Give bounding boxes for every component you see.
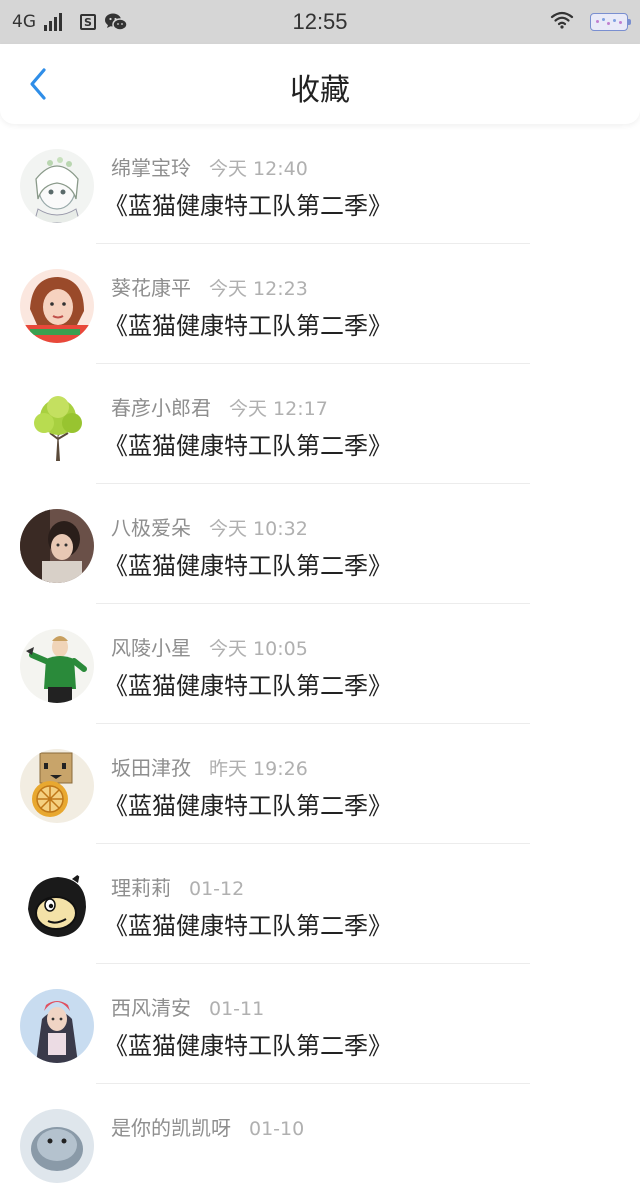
list-item[interactable]: 西风清安 01-11 《蓝猫健康特工队第二季》 bbox=[0, 964, 640, 1084]
list-item[interactable]: 是你的凯凯呀 01-10 bbox=[0, 1084, 640, 1204]
item-title: 《蓝猫健康特工队第二季》 bbox=[104, 192, 392, 220]
avatar bbox=[20, 1109, 94, 1183]
item-author: 坂田津孜 bbox=[111, 756, 191, 780]
item-author: 风陵小星 bbox=[111, 636, 191, 660]
item-title: 《蓝猫健康特工队第二季》 bbox=[104, 1032, 392, 1060]
avatar bbox=[20, 629, 94, 703]
battery-icon bbox=[590, 13, 631, 31]
item-title: 《蓝猫健康特工队第二季》 bbox=[104, 552, 392, 580]
avatar bbox=[20, 869, 94, 943]
item-author: 八极爱朵 bbox=[111, 516, 191, 540]
item-author: 西风清安 bbox=[111, 996, 191, 1020]
item-time: 昨天 19:26 bbox=[209, 758, 308, 780]
item-meta: 春彦小郎君 今天 12:17 bbox=[111, 392, 328, 421]
item-time: 01-11 bbox=[209, 998, 265, 1020]
item-author: 理莉莉 bbox=[111, 876, 171, 900]
item-author: 葵花康平 bbox=[111, 276, 191, 300]
item-author: 是你的凯凯呀 bbox=[111, 1116, 231, 1140]
favorites-list: 绵掌宝玲 今天 12:40 《蓝猫健康特工队第二季》 葵花康平 今天 12:23… bbox=[0, 124, 640, 1204]
item-title: 《蓝猫健康特工队第二季》 bbox=[104, 432, 392, 460]
item-time: 01-10 bbox=[249, 1118, 305, 1140]
avatar bbox=[20, 389, 94, 463]
list-item[interactable]: 八极爱朵 今天 10:32 《蓝猫健康特工队第二季》 bbox=[0, 484, 640, 604]
list-item[interactable]: 绵掌宝玲 今天 12:40 《蓝猫健康特工队第二季》 bbox=[0, 124, 640, 244]
item-meta: 葵花康平 今天 12:23 bbox=[111, 272, 308, 301]
list-item[interactable]: 坂田津孜 昨天 19:26 《蓝猫健康特工队第二季》 bbox=[0, 724, 640, 844]
item-time: 今天 10:32 bbox=[209, 518, 308, 540]
item-meta: 风陵小星 今天 10:05 bbox=[111, 632, 308, 661]
status-bar: 4G S 12:55 bbox=[0, 0, 640, 44]
item-meta: 八极爱朵 今天 10:32 bbox=[111, 512, 308, 541]
header: 收藏 bbox=[0, 44, 640, 124]
item-title: 《蓝猫健康特工队第二季》 bbox=[104, 672, 392, 700]
status-right bbox=[550, 0, 631, 44]
avatar bbox=[20, 509, 94, 583]
wifi-icon bbox=[550, 11, 574, 33]
avatar bbox=[20, 749, 94, 823]
item-meta: 理莉莉 01-12 bbox=[111, 872, 244, 901]
item-title: 《蓝猫健康特工队第二季》 bbox=[104, 912, 392, 940]
page-title: 收藏 bbox=[290, 73, 350, 108]
item-meta: 西风清安 01-11 bbox=[111, 992, 264, 1021]
item-time: 今天 10:05 bbox=[209, 638, 308, 660]
item-title: 《蓝猫健康特工队第二季》 bbox=[104, 792, 392, 820]
item-time: 今天 12:40 bbox=[209, 158, 308, 180]
avatar bbox=[20, 989, 94, 1063]
item-title: 《蓝猫健康特工队第二季》 bbox=[104, 312, 392, 340]
item-author: 春彦小郎君 bbox=[111, 396, 211, 420]
avatar bbox=[20, 149, 94, 223]
item-meta: 坂田津孜 昨天 19:26 bbox=[111, 752, 308, 781]
list-item[interactable]: 春彦小郎君 今天 12:17 《蓝猫健康特工队第二季》 bbox=[0, 364, 640, 484]
item-meta: 是你的凯凯呀 01-10 bbox=[111, 1112, 304, 1141]
list-item[interactable]: 葵花康平 今天 12:23 《蓝猫健康特工队第二季》 bbox=[0, 244, 640, 364]
list-item[interactable]: 风陵小星 今天 10:05 《蓝猫健康特工队第二季》 bbox=[0, 604, 640, 724]
list-item[interactable]: 理莉莉 01-12 《蓝猫健康特工队第二季》 bbox=[0, 844, 640, 964]
item-time: 今天 12:17 bbox=[229, 398, 328, 420]
item-author: 绵掌宝玲 bbox=[111, 156, 191, 180]
avatar bbox=[20, 269, 94, 343]
item-time: 01-12 bbox=[189, 878, 245, 900]
item-time: 今天 12:23 bbox=[209, 278, 308, 300]
status-time: 12:55 bbox=[292, 9, 348, 34]
item-meta: 绵掌宝玲 今天 12:40 bbox=[111, 152, 308, 181]
